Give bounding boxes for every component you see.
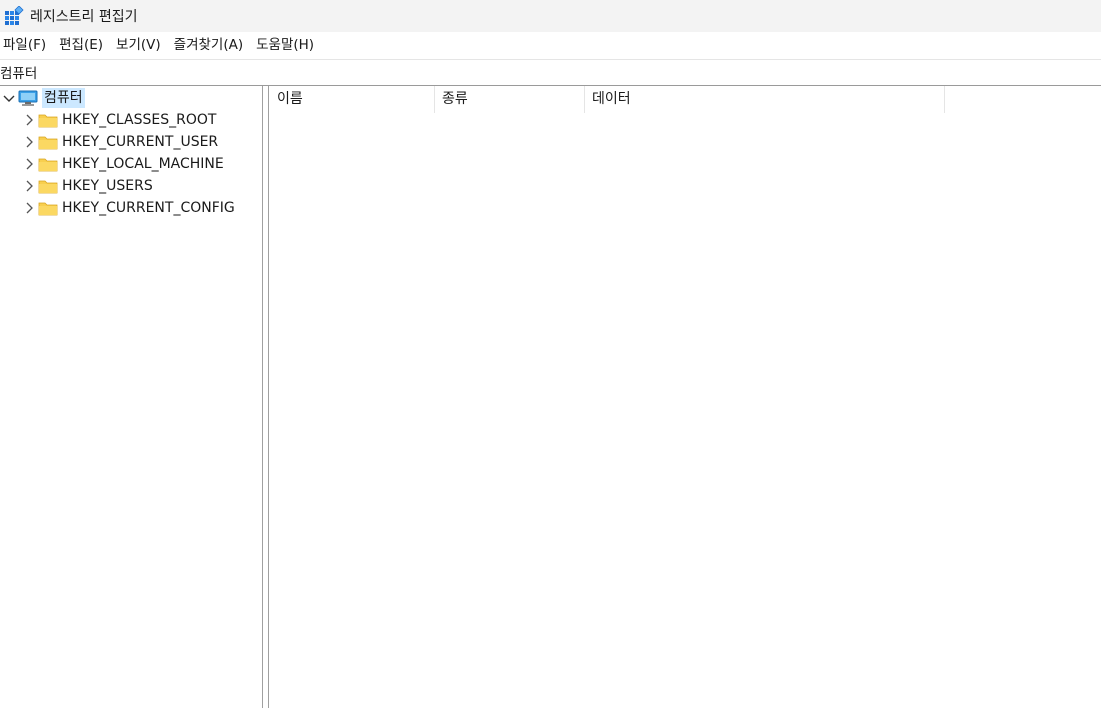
tree-item-hkey-current-config[interactable]: HKEY_CURRENT_CONFIG <box>22 197 235 219</box>
column-header-name[interactable]: 이름 <box>270 86 435 113</box>
chevron-right-icon[interactable] <box>22 201 36 215</box>
tree-label-key: HKEY_CURRENT_CONFIG <box>62 200 235 216</box>
folder-icon <box>38 136 58 150</box>
tree-item-hkey-local-machine[interactable]: HKEY_LOCAL_MACHINE <box>22 153 224 175</box>
registry-editor-icon <box>5 6 24 25</box>
tree-label-key: HKEY_LOCAL_MACHINE <box>62 156 224 172</box>
chevron-right-icon[interactable] <box>22 113 36 127</box>
menu-file[interactable]: 파일(F) <box>0 33 55 58</box>
tree-item-hkey-current-user[interactable]: HKEY_CURRENT_USER <box>22 131 218 153</box>
chevron-right-icon[interactable] <box>22 179 36 193</box>
tree-item-hkey-classes-root[interactable]: HKEY_CLASSES_ROOT <box>22 109 216 131</box>
tree-item-computer[interactable]: 컴퓨터 <box>2 87 85 109</box>
chevron-right-icon[interactable] <box>22 157 36 171</box>
column-header-data[interactable]: 데이터 <box>585 86 945 113</box>
chevron-right-icon[interactable] <box>22 135 36 149</box>
tree-label-key: HKEY_USERS <box>62 178 153 194</box>
folder-icon <box>38 180 58 194</box>
title-bar: 레지스트리 편집기 <box>0 0 1101 32</box>
menu-view[interactable]: 보기(V) <box>112 33 170 58</box>
menu-bar: 파일(F) 편집(E) 보기(V) 즐겨찾기(A) 도움말(H) <box>0 33 1101 58</box>
menu-edit[interactable]: 편집(E) <box>55 33 112 58</box>
folder-icon <box>38 158 58 172</box>
window-title: 레지스트리 편집기 <box>30 9 138 25</box>
tree-pane: 컴퓨터 HKEY_CLASSES_ROOT HKEY_CURRENT_USER … <box>0 86 262 708</box>
tree-label-key: HKEY_CURRENT_USER <box>62 134 219 150</box>
address-bar <box>0 59 1101 86</box>
address-input[interactable] <box>0 60 1090 84</box>
tree-item-hkey-users[interactable]: HKEY_USERS <box>22 175 153 197</box>
values-list-pane[interactable]: 이름 종류 데이터 <box>270 86 1101 708</box>
menu-favorites[interactable]: 즐겨찾기(A) <box>170 33 252 58</box>
tree-label-computer: 컴퓨터 <box>42 88 85 108</box>
folder-icon <box>38 114 58 128</box>
menu-help[interactable]: 도움말(H) <box>252 33 323 58</box>
list-header: 이름 종류 데이터 <box>270 86 1101 113</box>
column-header-type[interactable]: 종류 <box>435 86 585 113</box>
tree-label-key: HKEY_CLASSES_ROOT <box>62 112 217 128</box>
pane-splitter[interactable] <box>262 86 269 708</box>
chevron-down-icon[interactable] <box>2 91 16 105</box>
folder-icon <box>38 202 58 216</box>
computer-icon <box>18 90 38 106</box>
